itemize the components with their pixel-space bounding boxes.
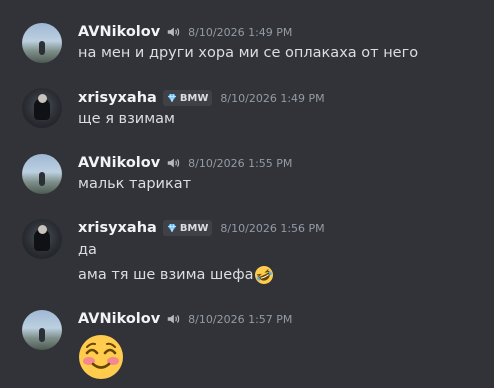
avatar-figure-head <box>38 225 47 234</box>
timestamp: 8/10/2026 1:49 PM <box>188 25 293 39</box>
speaker-icon <box>167 314 180 324</box>
message-line: да <box>78 242 97 258</box>
badge-label: BMW <box>179 222 209 234</box>
message-header: AVNikolov 8/10/2026 1:55 PM <box>78 153 292 173</box>
timestamp: 8/10/2026 1:49 PM <box>220 91 325 105</box>
message-line: ще я взимам <box>78 111 175 127</box>
gem-icon <box>167 223 176 233</box>
author-name[interactable]: AVNikolov <box>78 311 160 327</box>
message-text: ще я взимам <box>78 111 175 127</box>
author-name[interactable]: AVNikolov <box>78 24 160 40</box>
author-name[interactable]: xrisyxaha <box>78 220 157 236</box>
rolling-on-floor-laughing-emoji <box>255 266 274 284</box>
message-header: AVNikolov 8/10/2026 1:49 PM <box>78 22 292 42</box>
speaker-icon <box>167 27 180 37</box>
message-header: xrisyxaha BMW 8/10/2026 1:49 PM <box>78 88 325 108</box>
message-line: ама тя ше взима шефа <box>78 267 254 283</box>
author-name[interactable]: AVNikolov <box>78 155 160 171</box>
message-header: AVNikolov 8/10/2026 1:57 PM <box>78 309 292 329</box>
smiling-face-with-smiling-eyes-emoji[interactable] <box>77 333 125 381</box>
avatar[interactable] <box>22 154 62 194</box>
avatar-figure <box>39 172 45 186</box>
message-text: да <box>78 242 97 258</box>
timestamp: 8/10/2026 1:57 PM <box>188 312 293 326</box>
avatar[interactable] <box>22 219 62 259</box>
message-line: на мен и други хора ми се оплакаха от не… <box>78 45 419 61</box>
badge-label: BMW <box>179 92 209 104</box>
message-header: xrisyxaha BMW 8/10/2026 1:56 PM <box>78 218 325 238</box>
timestamp: 8/10/2026 1:55 PM <box>188 156 293 170</box>
avatar[interactable] <box>22 310 62 350</box>
avatar[interactable] <box>22 23 62 63</box>
speaker-icon <box>167 158 180 168</box>
avatar[interactable] <box>22 88 62 128</box>
message-text: ама тя ше взима шефа <box>78 265 274 285</box>
avatar-figure <box>39 328 45 342</box>
avatar-figure-head <box>38 94 47 103</box>
message-text: мальк тарикат <box>78 176 191 192</box>
message-line: мальк тарикат <box>78 176 192 192</box>
avatar-figure <box>39 41 45 55</box>
author-name[interactable]: xrisyxaha <box>78 90 157 106</box>
gem-icon <box>167 93 176 103</box>
guild-tag-badge[interactable]: BMW <box>162 90 213 106</box>
message-text: на мен и други хора ми се оплакаха от не… <box>78 45 418 61</box>
guild-tag-badge[interactable]: BMW <box>162 220 213 236</box>
timestamp: 8/10/2026 1:56 PM <box>220 221 325 235</box>
